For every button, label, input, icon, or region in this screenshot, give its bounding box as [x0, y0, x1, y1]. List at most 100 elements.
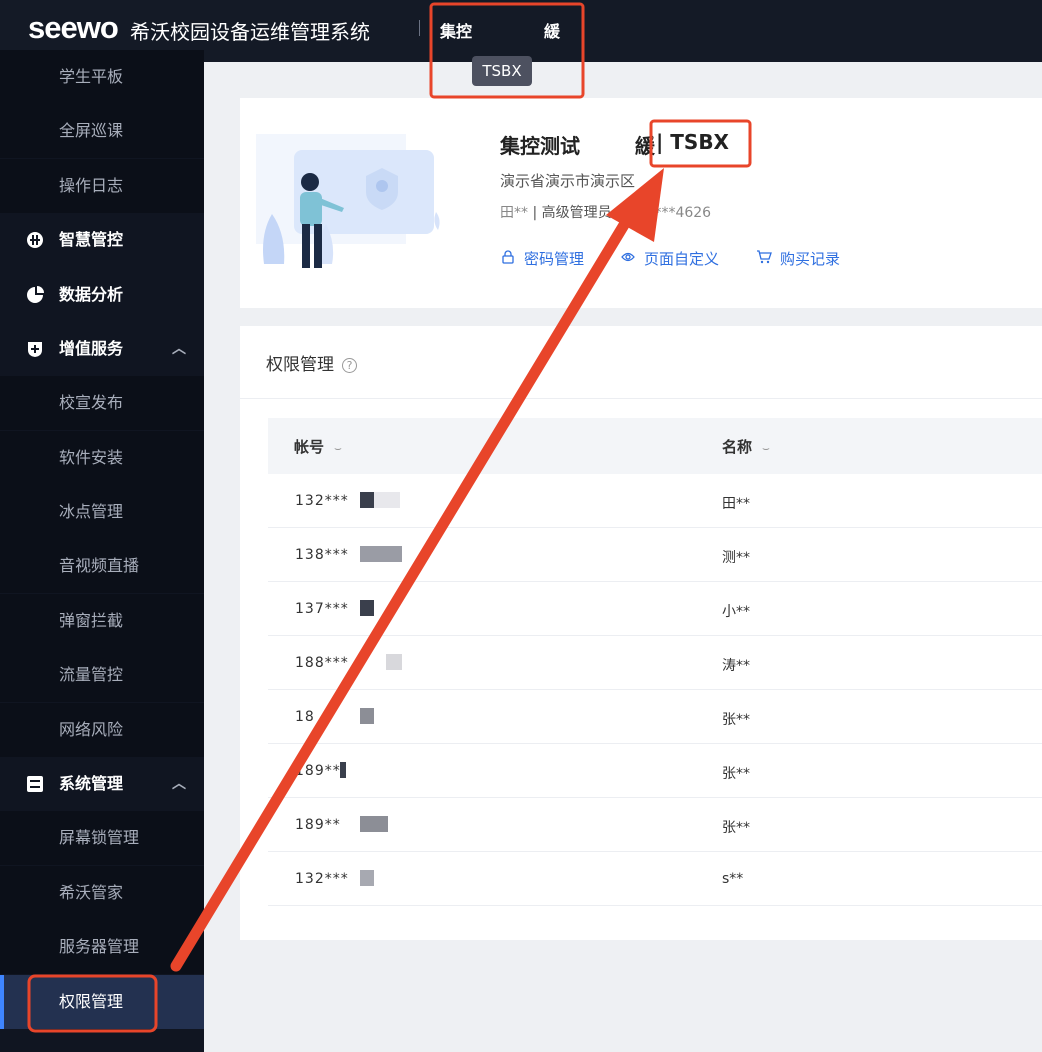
- sidebar-item-label: 软件安装: [59, 448, 124, 467]
- table-row[interactable]: 138*** 测**: [268, 528, 1042, 582]
- link-label: 密码管理: [524, 250, 585, 268]
- table-row[interactable]: 137*** 小**: [268, 582, 1042, 636]
- redacted-mask: [360, 546, 402, 562]
- column-name: 名称 ⌣: [722, 436, 770, 457]
- tenant-switcher[interactable]: 集控: [440, 18, 472, 42]
- divider: [240, 398, 1042, 399]
- column-label: 帐号: [294, 438, 325, 456]
- section-title-text: 权限管理: [266, 355, 334, 375]
- column-account: 帐号 ⌣: [294, 436, 342, 457]
- sidebar-item-traffic-control[interactable]: 流量管控: [0, 648, 204, 702]
- sidebar-item-software-install[interactable]: 软件安装: [0, 431, 204, 485]
- sidebar-item-label: 权限管理: [59, 992, 124, 1011]
- sidebar-item-label: 操作日志: [59, 176, 124, 195]
- column-label: 名称: [722, 438, 753, 456]
- link-label: 购买记录: [780, 250, 841, 268]
- tenant-tooltip: TSBX: [472, 56, 532, 86]
- name-cell: 涛**: [722, 658, 750, 674]
- account-cell: 132***: [295, 493, 349, 509]
- org-info-card: 集控测试 緩 | TSBX 演示省演示市演示区 田** | 高级管理员 2***…: [240, 98, 1042, 308]
- account-cell: 189**: [295, 763, 341, 779]
- name-cell: 张**: [722, 766, 750, 782]
- help-icon[interactable]: ?: [342, 357, 357, 373]
- chevron-up-icon[interactable]: ︿: [172, 757, 186, 811]
- redacted-mask: [374, 492, 400, 508]
- pie-chart-icon: [27, 286, 44, 303]
- link-label: 页面自定义: [644, 250, 720, 268]
- sidebar-item-screen-lock[interactable]: 屏幕锁管理: [0, 811, 204, 865]
- seewo-logo: seewo: [28, 10, 119, 45]
- account-cell: 137***: [295, 601, 349, 617]
- account-cell: 132***: [295, 871, 349, 887]
- name-cell: 张**: [722, 820, 750, 836]
- section-title: 权限管理?: [266, 350, 357, 375]
- chevron-up-icon[interactable]: ︿: [172, 322, 186, 376]
- cart-icon: [757, 250, 772, 264]
- switch-icon: [27, 776, 43, 792]
- sidebar-item-seewo-manager[interactable]: 希沃管家: [0, 866, 204, 920]
- sidebar-item-popup-block[interactable]: 弹窗拦截: [0, 594, 204, 648]
- table-row[interactable]: 189** 张**: [268, 798, 1042, 852]
- account-cell: 189**: [295, 817, 341, 833]
- sidebar-item-label: 弹窗拦截: [59, 611, 124, 630]
- table-row[interactable]: 132*** s**: [268, 852, 1042, 906]
- eye-icon: [621, 252, 635, 262]
- sidebar-item-label: 学生平板: [59, 67, 124, 86]
- sidebar-item-student-tablet[interactable]: 学生平板: [0, 50, 204, 104]
- sidebar-item-label: 希沃管家: [59, 883, 124, 902]
- tenant-switcher-tail[interactable]: 緩: [544, 18, 560, 42]
- org-code: | TSBX: [656, 130, 729, 154]
- name-cell: s**: [722, 871, 744, 887]
- table-row[interactable]: 189** 张**: [268, 744, 1042, 798]
- permission-card: 权限管理? 帐号 ⌣ 名称 ⌣ 132*** 田** 138*** 测** 137*…: [240, 326, 1042, 940]
- page-customize-link[interactable]: 页面自定义: [620, 248, 719, 269]
- table-row[interactable]: 188*** 涛**: [268, 636, 1042, 690]
- eye-closed-icon[interactable]: ⌣: [334, 441, 342, 455]
- sidebar-group-value-added[interactable]: 增值服务 ︿: [0, 322, 204, 376]
- table-row[interactable]: 18 张**: [268, 690, 1042, 744]
- sidebar-item-operation-log[interactable]: 操作日志: [0, 159, 204, 213]
- plus-shield-icon: [28, 342, 42, 357]
- redacted-mask: [386, 654, 402, 670]
- eye-closed-icon[interactable]: ⌣: [762, 441, 770, 455]
- sidebar-item-label: 服务器管理: [59, 937, 140, 956]
- sidebar: 学生平板 全屏巡课 操作日志 智慧管控 数据分析 增值服务 ︿ 校宣发布 软件安…: [0, 50, 204, 1052]
- redacted-mask: [360, 708, 374, 724]
- lock-icon: [502, 250, 514, 264]
- purchase-record-link[interactable]: 购买记录: [756, 248, 840, 269]
- redacted-mask: [340, 762, 346, 778]
- illustration-image: [256, 134, 440, 268]
- sidebar-item-label: 冰点管理: [59, 502, 124, 521]
- redacted-mask: [360, 870, 374, 886]
- admin-phone: 2****4626: [638, 205, 712, 221]
- sidebar-item-campus-publish[interactable]: 校宣发布: [0, 376, 204, 430]
- table-row[interactable]: 132*** 田**: [268, 474, 1042, 528]
- org-name: 集控测试: [500, 134, 580, 158]
- account-cell: 138***: [295, 547, 349, 563]
- sidebar-item-classroom-patrol[interactable]: 全屏巡课: [0, 104, 204, 158]
- redacted-mask: [484, 16, 540, 42]
- password-management-link[interactable]: 密码管理: [500, 248, 584, 269]
- sidebar-group-system-management[interactable]: 系统管理 ︿: [0, 757, 204, 811]
- redacted-mask: [360, 492, 374, 508]
- redacted-mask: [360, 816, 388, 832]
- sidebar-item-server-management[interactable]: 服务器管理: [0, 920, 204, 974]
- header-divider: [419, 20, 420, 36]
- sidebar-item-label: 增值服务: [59, 339, 124, 358]
- name-cell: 田**: [722, 496, 750, 512]
- sidebar-item-freeze-point[interactable]: 冰点管理: [0, 485, 204, 539]
- sidebar-item-label: 音视频直播: [59, 556, 140, 575]
- control-icon: [27, 232, 43, 248]
- sidebar-item-network-risk[interactable]: 网络风险: [0, 703, 204, 757]
- redacted-mask: [585, 128, 635, 156]
- sidebar-item-permission-management[interactable]: 权限管理: [0, 975, 204, 1029]
- sidebar-group-smart-control[interactable]: 智慧管控: [0, 213, 204, 267]
- account-cell: 18: [295, 709, 315, 725]
- sidebar-item-label: 屏幕锁管理: [59, 828, 140, 847]
- redacted-mask: [360, 600, 374, 616]
- name-cell: 小**: [722, 604, 750, 620]
- sidebar-item-live-stream[interactable]: 音视频直播: [0, 539, 204, 593]
- sidebar-item-label: 网络风险: [59, 720, 124, 739]
- sidebar-group-data-analysis[interactable]: 数据分析: [0, 268, 204, 322]
- org-region: 演示省演示市演示区: [500, 172, 636, 190]
